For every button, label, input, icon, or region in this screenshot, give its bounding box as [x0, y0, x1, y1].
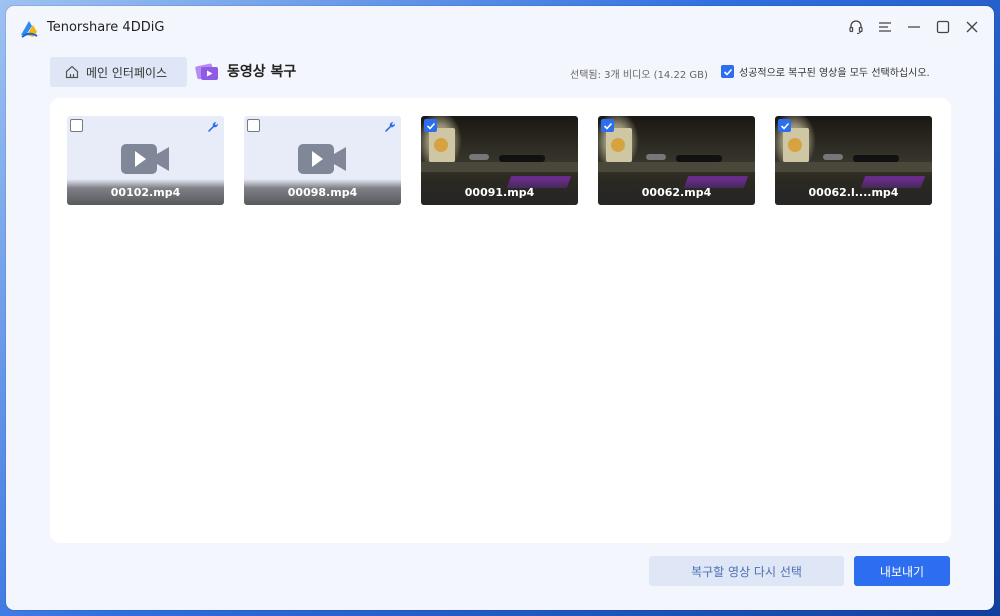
thumbnail-shelf	[598, 162, 755, 172]
select-all-label: 성공적으로 복구된 영상을 모두 선택하십시오.	[739, 68, 930, 79]
section-label: 동영상 복구	[227, 64, 297, 80]
minimize-button[interactable]	[903, 16, 924, 37]
checkmark-icon	[603, 122, 612, 130]
wrench-icon	[385, 122, 395, 132]
section-title: 동영상 복구	[194, 58, 296, 84]
home-nav-button[interactable]: 메인 인터페이스	[50, 57, 187, 87]
video-checkbox[interactable]	[70, 119, 83, 132]
video-card[interactable]: 00102.mp4	[67, 116, 224, 205]
thumbnail-cable	[469, 154, 489, 160]
menu-icon	[878, 21, 891, 32]
reselect-videos-button[interactable]: 복구할 영상 다시 선택	[649, 556, 844, 586]
window-controls	[845, 16, 982, 37]
thumbnail-cable	[646, 154, 666, 160]
checkmark-icon	[780, 122, 789, 130]
select-all-toggle[interactable]: 성공적으로 복구된 영상을 모두 선택하십시오.	[721, 64, 930, 79]
video-card[interactable]: 00062.mp4	[598, 116, 755, 205]
video-grid: 00102.mp4 00098.mp4 00091.mp4 00062.mp4 …	[50, 98, 951, 543]
thumbnail-cable	[823, 154, 843, 160]
menu-button[interactable]	[874, 16, 895, 37]
thumbnail-device	[499, 155, 545, 162]
support-button[interactable]	[845, 16, 866, 37]
export-button[interactable]: 내보내기	[854, 556, 950, 586]
headset-icon	[848, 19, 863, 34]
video-camera-icon	[121, 144, 169, 174]
thumbnail-box	[429, 128, 455, 162]
maximize-button[interactable]	[932, 16, 953, 37]
video-checkbox[interactable]	[601, 119, 614, 132]
video-checkbox[interactable]	[778, 119, 791, 132]
video-filename: 00091.mp4	[464, 186, 535, 199]
home-icon	[65, 65, 79, 79]
close-button[interactable]	[961, 16, 982, 37]
app-title: Tenorshare 4DDiG	[47, 20, 165, 35]
title-bar: Tenorshare 4DDiG	[6, 6, 994, 48]
thumbnail-box	[783, 128, 809, 162]
maximize-icon	[936, 20, 949, 33]
video-checkbox[interactable]	[424, 119, 437, 132]
minimize-icon	[907, 25, 920, 28]
video-filename: 00062.l....mp4	[808, 186, 899, 199]
video-card[interactable]: 00062.l....mp4	[775, 116, 932, 205]
close-icon	[966, 21, 977, 32]
thumbnail-box	[606, 128, 632, 162]
video-filename: 00098.mp4	[287, 186, 358, 199]
video-repair-icon	[195, 63, 218, 80]
app-window: Tenorshare 4DDiG 메인 인터페이스 동영상 복구 선택됨: 3개…	[6, 6, 994, 610]
select-all-checkbox[interactable]	[721, 65, 734, 78]
video-card[interactable]: 00098.mp4	[244, 116, 401, 205]
thumbnail-device	[676, 155, 722, 162]
video-camera-icon	[298, 144, 346, 174]
home-nav-label: 메인 인터페이스	[86, 65, 168, 80]
video-card[interactable]: 00091.mp4	[421, 116, 578, 205]
tenorshare-logo-icon	[21, 21, 38, 38]
video-filename: 00062.mp4	[641, 186, 712, 199]
thumbnail-device	[853, 155, 899, 162]
thumbnail-shelf	[775, 162, 932, 172]
checkmark-icon	[723, 68, 732, 76]
video-filename: 00102.mp4	[110, 186, 181, 199]
video-checkbox[interactable]	[247, 119, 260, 132]
selection-info: 선택됨: 3개 비디오 (14.22 GB)	[570, 70, 708, 81]
thumbnail-shelf	[421, 162, 578, 172]
checkmark-icon	[426, 122, 435, 130]
wrench-icon	[208, 122, 218, 132]
